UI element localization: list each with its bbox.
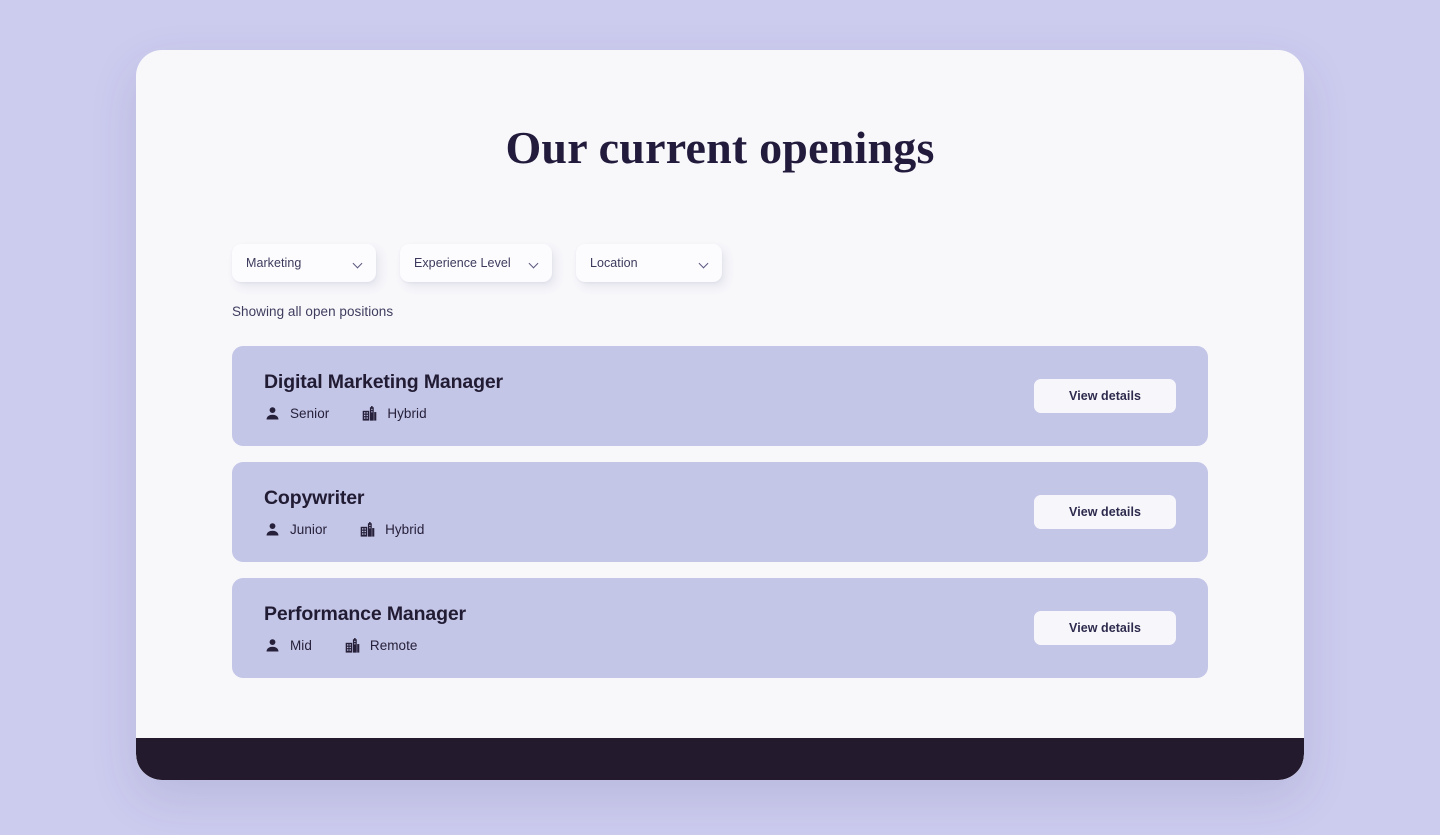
- person-icon: [264, 405, 281, 422]
- page-content: Our current openings Marketing Experienc…: [136, 50, 1304, 738]
- job-meta: Senior Hybrid: [264, 405, 1034, 422]
- filter-label-experience: Experience Level: [414, 256, 511, 270]
- filter-select-experience[interactable]: Experience Level: [400, 244, 552, 282]
- job-work-mode: Hybrid: [359, 521, 424, 538]
- job-title: Digital Marketing Manager: [264, 371, 503, 394]
- job-title: Copywriter: [264, 487, 365, 510]
- job-card[interactable]: Performance Manager Mid Remote View deta…: [232, 578, 1208, 678]
- building-icon: [359, 521, 376, 538]
- results-caption: Showing all open positions: [232, 304, 394, 319]
- job-card-info: Digital Marketing Manager Senior Hybrid: [264, 370, 1034, 421]
- filter-label-department: Marketing: [246, 256, 302, 270]
- job-level: Mid: [264, 637, 312, 654]
- job-meta: Junior Hybrid: [264, 521, 1034, 538]
- filter-label-location: Location: [590, 256, 638, 270]
- job-work-mode-text: Remote: [369, 637, 418, 653]
- person-icon: [264, 637, 281, 654]
- filter-select-department[interactable]: Marketing: [232, 244, 376, 282]
- job-meta: Mid Remote: [264, 637, 1034, 654]
- job-level-text: Senior: [290, 405, 330, 421]
- view-details-button[interactable]: View details: [1034, 379, 1176, 413]
- chevron-down-icon: [699, 258, 710, 269]
- job-level: Junior: [264, 521, 327, 538]
- job-work-mode-text: Hybrid: [387, 405, 427, 421]
- page-title: Our current openings: [505, 122, 935, 173]
- chevron-down-icon: [353, 258, 364, 269]
- chevron-down-icon: [529, 258, 540, 269]
- job-card-info: Performance Manager Mid Remote: [264, 602, 1034, 653]
- job-list: Digital Marketing Manager Senior Hybrid …: [232, 346, 1208, 678]
- job-work-mode-text: Hybrid: [385, 521, 425, 537]
- building-icon: [344, 637, 361, 654]
- job-title: Performance Manager: [264, 603, 466, 626]
- job-work-mode: Remote: [344, 637, 418, 654]
- building-icon: [361, 405, 378, 422]
- footer-bar: [136, 738, 1304, 780]
- view-details-button[interactable]: View details: [1034, 611, 1176, 645]
- person-icon: [264, 521, 281, 538]
- job-level: Senior: [264, 405, 329, 422]
- job-card[interactable]: Copywriter Junior Hybrid View details: [232, 462, 1208, 562]
- job-card[interactable]: Digital Marketing Manager Senior Hybrid …: [232, 346, 1208, 446]
- job-work-mode: Hybrid: [361, 405, 427, 422]
- view-details-button[interactable]: View details: [1034, 495, 1176, 529]
- filter-select-location[interactable]: Location: [576, 244, 722, 282]
- app-window: Our current openings Marketing Experienc…: [136, 50, 1304, 780]
- filter-bar: Marketing Experience Level Location: [232, 244, 722, 282]
- job-card-info: Copywriter Junior Hybrid: [264, 486, 1034, 537]
- job-level-text: Junior: [290, 521, 328, 537]
- job-level-text: Mid: [290, 637, 312, 653]
